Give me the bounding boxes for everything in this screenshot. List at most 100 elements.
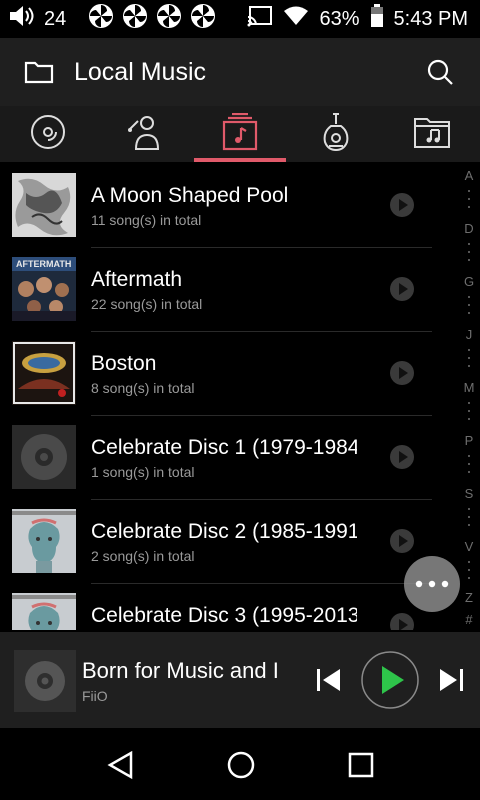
album-row[interactable]: Celebrate Disc 1 (1979-1984 1 song(s) in… (0, 416, 460, 500)
page-title: Local Music (74, 57, 206, 86)
play-icon[interactable] (389, 192, 415, 218)
status-bar: 24 63% 5:43 PM (0, 0, 480, 38)
disc-icon (29, 113, 67, 156)
index-dot (468, 418, 470, 420)
index-dot (468, 296, 470, 298)
index-dot (468, 304, 470, 306)
index-dot (468, 516, 470, 518)
tab-folders[interactable] (384, 106, 480, 162)
next-track-button[interactable] (437, 666, 465, 699)
index-dot (468, 365, 470, 367)
now-playing-art (14, 650, 76, 712)
album-art-celebrate (12, 509, 76, 573)
index-dot (468, 471, 470, 473)
index-dot (468, 577, 470, 579)
folder-music-icon (413, 115, 451, 154)
now-playing-title: Born for Music and I (82, 658, 279, 683)
app-bar: Local Music (0, 38, 480, 106)
index-dot (468, 561, 470, 563)
more-dots-icon (415, 575, 449, 593)
previous-track-button[interactable] (315, 666, 343, 699)
index-dot (468, 357, 470, 359)
index-dot (468, 524, 470, 526)
home-icon[interactable] (227, 751, 255, 784)
recents-icon[interactable] (348, 752, 374, 783)
play-icon[interactable] (389, 360, 415, 386)
default-disc-art (12, 425, 76, 489)
now-playing-bar[interactable]: Born for Music and I FiiO (0, 632, 480, 728)
tab-songs[interactable] (0, 106, 96, 162)
index-dot (468, 349, 470, 351)
album-row[interactable]: AFTERMATH Aftermath 22 song(s) in total (0, 248, 460, 332)
index-dot (468, 312, 470, 314)
clock: 5:43 PM (393, 7, 468, 30)
index-dot (468, 259, 470, 261)
back-icon[interactable] (107, 750, 135, 785)
index-dot (468, 190, 470, 192)
pinwheel-icon (156, 3, 182, 35)
folder-icon[interactable] (24, 59, 54, 85)
album-art-aftermath: AFTERMATH (12, 257, 76, 321)
album-row[interactable]: A Moon Shaped Pool 11 song(s) in total (0, 164, 460, 248)
search-icon[interactable] (426, 58, 454, 86)
index-dot (468, 410, 470, 412)
index-letter[interactable]: G (458, 274, 480, 289)
tab-genres[interactable] (288, 106, 384, 162)
index-letter[interactable]: S (458, 486, 480, 501)
index-letter[interactable]: J (458, 327, 480, 342)
pinwheel-icon (122, 3, 148, 35)
index-letter[interactable]: # (458, 612, 480, 627)
album-art-celebrate (12, 593, 76, 630)
index-dot (468, 243, 470, 245)
genre-guitar-icon (319, 112, 353, 157)
index-letter[interactable]: P (458, 433, 480, 448)
cast-icon (247, 5, 273, 33)
category-tabs (0, 106, 480, 162)
play-icon[interactable] (389, 612, 415, 630)
index-dot (468, 569, 470, 571)
index-letter[interactable]: V (458, 539, 480, 554)
index-dot (468, 463, 470, 465)
index-letter[interactable]: Z (458, 590, 480, 605)
play-icon[interactable] (389, 276, 415, 302)
album-song-count: 22 song(s) in total (91, 296, 203, 312)
tab-artists[interactable] (96, 106, 192, 162)
play-icon[interactable] (389, 444, 415, 470)
svg-text:AFTERMATH: AFTERMATH (16, 259, 71, 269)
wifi-icon (283, 5, 309, 33)
album-name: Celebrate Disc 2 (1985-1991 (91, 520, 357, 543)
album-name: Celebrate Disc 1 (1979-1984 (91, 436, 357, 459)
system-nav-bar (0, 728, 480, 800)
album-art-a-moon-shaped-pool (12, 173, 76, 237)
album-row[interactable]: Boston 8 song(s) in total (0, 332, 460, 416)
battery-percent: 63% (319, 7, 360, 30)
index-letter[interactable]: A (458, 168, 480, 183)
now-playing-artist: FiiO (82, 688, 108, 704)
play-icon[interactable] (389, 528, 415, 554)
index-dot (468, 206, 470, 208)
album-song-count: 2 song(s) in total (91, 548, 195, 564)
index-letter[interactable]: M (458, 380, 480, 395)
volume-icon (8, 4, 36, 34)
pinwheel-icon (88, 3, 114, 35)
play-pause-button[interactable] (360, 650, 420, 715)
album-row[interactable]: Celebrate Disc 2 (1985-1991 2 song(s) in… (0, 500, 460, 584)
artist-icon (126, 113, 162, 156)
album-list: A Moon Shaped Pool 11 song(s) in total A… (0, 164, 460, 630)
alphabet-index[interactable]: A D G J M P S V Z # (458, 164, 480, 630)
pinwheel-icon (190, 3, 216, 35)
index-dot (468, 198, 470, 200)
volume-level: 24 (44, 7, 67, 30)
tab-albums[interactable] (192, 106, 288, 162)
album-row[interactable]: Celebrate Disc 3 (1995-2013 (0, 584, 460, 630)
album-art-boston (12, 341, 76, 405)
album-name: Aftermath (91, 268, 183, 291)
more-options-button[interactable] (404, 556, 460, 612)
battery-icon (370, 4, 384, 34)
album-name: A Moon Shaped Pool (91, 184, 289, 207)
album-song-count: 11 song(s) in total (91, 212, 202, 228)
index-dot (468, 251, 470, 253)
album-song-count: 1 song(s) in total (91, 464, 195, 480)
index-letter[interactable]: D (458, 221, 480, 236)
album-name: Boston (91, 352, 157, 375)
